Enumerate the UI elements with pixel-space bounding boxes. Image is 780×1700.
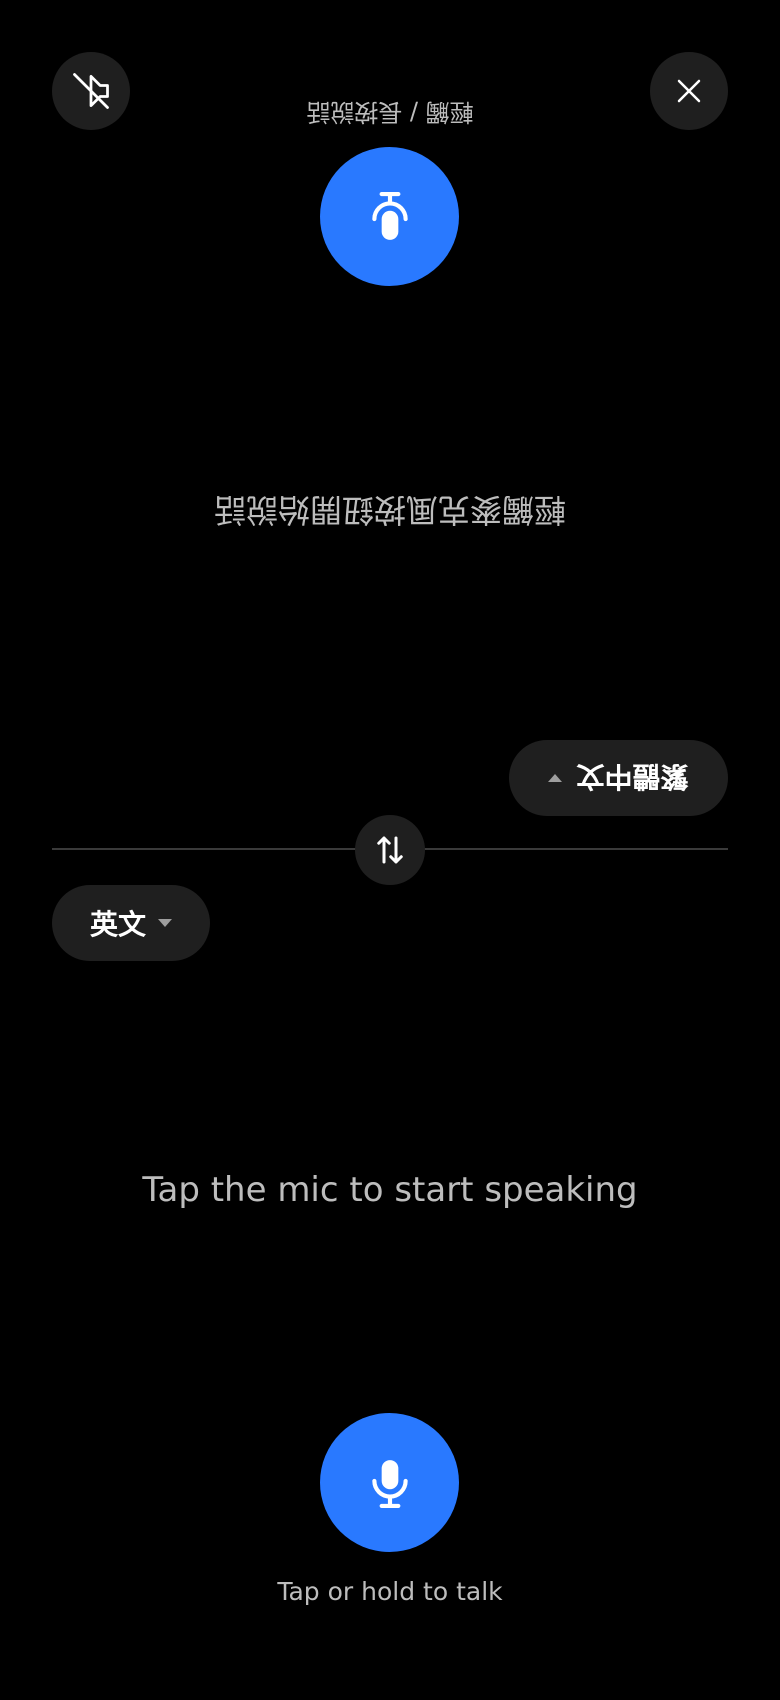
microphone-icon — [371, 1459, 408, 1508]
close-button[interactable] — [650, 52, 728, 130]
caret-down-icon — [548, 774, 563, 782]
close-icon — [677, 79, 701, 103]
bottom-language-label: 英文 — [89, 908, 146, 941]
bottom-tap-hint: Tap or hold to talk — [277, 1577, 503, 1606]
top-mic-button[interactable] — [320, 147, 459, 286]
bottom-language-selector[interactable]: 英文 — [52, 885, 210, 961]
volume-off-icon — [73, 73, 109, 109]
caret-down-icon — [158, 919, 172, 927]
swap-languages-button[interactable] — [355, 815, 425, 885]
top-speak-prompt: 輕觸麥克風按鈕開始說話 — [214, 491, 567, 529]
microphone-icon — [371, 191, 408, 240]
swap-vertical-icon — [377, 836, 403, 864]
top-language-label: 繁體中文 — [576, 760, 689, 793]
top-language-selector[interactable]: 繁體中文 — [509, 740, 728, 816]
bottom-speak-prompt: Tap the mic to start speaking — [142, 1170, 638, 1210]
top-tap-hint: 輕觸 / 長按說話 — [306, 98, 474, 126]
bottom-mic-button[interactable] — [320, 1413, 459, 1552]
mute-button[interactable] — [52, 52, 130, 130]
